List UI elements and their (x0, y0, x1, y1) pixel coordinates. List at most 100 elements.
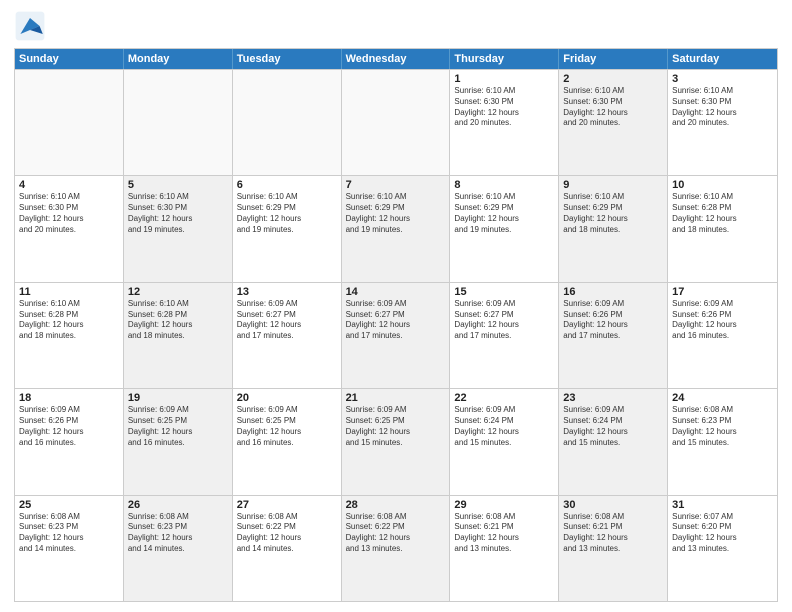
cell-detail: Sunrise: 6:09 AMSunset: 6:27 PMDaylight:… (237, 299, 337, 342)
calendar-row-1: 1Sunrise: 6:10 AMSunset: 6:30 PMDaylight… (15, 69, 777, 175)
day-header-sunday: Sunday (15, 49, 124, 69)
day-cell-20: 20Sunrise: 6:09 AMSunset: 6:25 PMDayligh… (233, 389, 342, 494)
day-cell-1: 1Sunrise: 6:10 AMSunset: 6:30 PMDaylight… (450, 70, 559, 175)
cell-detail: Sunrise: 6:10 AMSunset: 6:28 PMDaylight:… (672, 192, 773, 235)
cell-detail: Sunrise: 6:08 AMSunset: 6:23 PMDaylight:… (128, 512, 228, 555)
day-cell-24: 24Sunrise: 6:08 AMSunset: 6:23 PMDayligh… (668, 389, 777, 494)
day-cell-10: 10Sunrise: 6:10 AMSunset: 6:28 PMDayligh… (668, 176, 777, 281)
cell-detail: Sunrise: 6:09 AMSunset: 6:25 PMDaylight:… (346, 405, 446, 448)
logo (14, 10, 50, 42)
day-cell-8: 8Sunrise: 6:10 AMSunset: 6:29 PMDaylight… (450, 176, 559, 281)
day-cell-7: 7Sunrise: 6:10 AMSunset: 6:29 PMDaylight… (342, 176, 451, 281)
calendar-row-3: 11Sunrise: 6:10 AMSunset: 6:28 PMDayligh… (15, 282, 777, 388)
cell-detail: Sunrise: 6:09 AMSunset: 6:25 PMDaylight:… (237, 405, 337, 448)
day-number: 15 (454, 286, 554, 298)
day-cell-19: 19Sunrise: 6:09 AMSunset: 6:25 PMDayligh… (124, 389, 233, 494)
day-cell-9: 9Sunrise: 6:10 AMSunset: 6:29 PMDaylight… (559, 176, 668, 281)
calendar-header: SundayMondayTuesdayWednesdayThursdayFrid… (15, 49, 777, 69)
day-number: 5 (128, 179, 228, 191)
page: SundayMondayTuesdayWednesdayThursdayFrid… (0, 0, 792, 612)
day-number: 19 (128, 392, 228, 404)
day-number: 30 (563, 499, 663, 511)
day-number: 12 (128, 286, 228, 298)
calendar-row-4: 18Sunrise: 6:09 AMSunset: 6:26 PMDayligh… (15, 388, 777, 494)
day-number: 10 (672, 179, 773, 191)
day-cell-5: 5Sunrise: 6:10 AMSunset: 6:30 PMDaylight… (124, 176, 233, 281)
empty-cell-0-0 (15, 70, 124, 175)
empty-cell-0-1 (124, 70, 233, 175)
calendar-body: 1Sunrise: 6:10 AMSunset: 6:30 PMDaylight… (15, 69, 777, 601)
day-header-friday: Friday (559, 49, 668, 69)
calendar: SundayMondayTuesdayWednesdayThursdayFrid… (14, 48, 778, 602)
day-header-tuesday: Tuesday (233, 49, 342, 69)
header (14, 10, 778, 42)
cell-detail: Sunrise: 6:08 AMSunset: 6:22 PMDaylight:… (237, 512, 337, 555)
cell-detail: Sunrise: 6:10 AMSunset: 6:30 PMDaylight:… (128, 192, 228, 235)
day-number: 28 (346, 499, 446, 511)
day-header-wednesday: Wednesday (342, 49, 451, 69)
day-cell-12: 12Sunrise: 6:10 AMSunset: 6:28 PMDayligh… (124, 283, 233, 388)
cell-detail: Sunrise: 6:08 AMSunset: 6:23 PMDaylight:… (19, 512, 119, 555)
cell-detail: Sunrise: 6:08 AMSunset: 6:23 PMDaylight:… (672, 405, 773, 448)
day-number: 1 (454, 73, 554, 85)
day-number: 27 (237, 499, 337, 511)
day-cell-22: 22Sunrise: 6:09 AMSunset: 6:24 PMDayligh… (450, 389, 559, 494)
day-cell-3: 3Sunrise: 6:10 AMSunset: 6:30 PMDaylight… (668, 70, 777, 175)
cell-detail: Sunrise: 6:10 AMSunset: 6:30 PMDaylight:… (19, 192, 119, 235)
day-number: 7 (346, 179, 446, 191)
day-number: 9 (563, 179, 663, 191)
day-number: 6 (237, 179, 337, 191)
empty-cell-0-3 (342, 70, 451, 175)
cell-detail: Sunrise: 6:09 AMSunset: 6:27 PMDaylight:… (346, 299, 446, 342)
day-cell-25: 25Sunrise: 6:08 AMSunset: 6:23 PMDayligh… (15, 496, 124, 601)
day-cell-29: 29Sunrise: 6:08 AMSunset: 6:21 PMDayligh… (450, 496, 559, 601)
day-number: 23 (563, 392, 663, 404)
day-header-thursday: Thursday (450, 49, 559, 69)
cell-detail: Sunrise: 6:09 AMSunset: 6:26 PMDaylight:… (19, 405, 119, 448)
cell-detail: Sunrise: 6:09 AMSunset: 6:27 PMDaylight:… (454, 299, 554, 342)
cell-detail: Sunrise: 6:09 AMSunset: 6:26 PMDaylight:… (672, 299, 773, 342)
day-number: 3 (672, 73, 773, 85)
cell-detail: Sunrise: 6:09 AMSunset: 6:24 PMDaylight:… (563, 405, 663, 448)
day-cell-17: 17Sunrise: 6:09 AMSunset: 6:26 PMDayligh… (668, 283, 777, 388)
day-cell-30: 30Sunrise: 6:08 AMSunset: 6:21 PMDayligh… (559, 496, 668, 601)
cell-detail: Sunrise: 6:10 AMSunset: 6:30 PMDaylight:… (454, 86, 554, 129)
day-cell-26: 26Sunrise: 6:08 AMSunset: 6:23 PMDayligh… (124, 496, 233, 601)
cell-detail: Sunrise: 6:10 AMSunset: 6:28 PMDaylight:… (19, 299, 119, 342)
empty-cell-0-2 (233, 70, 342, 175)
cell-detail: Sunrise: 6:10 AMSunset: 6:28 PMDaylight:… (128, 299, 228, 342)
day-number: 18 (19, 392, 119, 404)
cell-detail: Sunrise: 6:10 AMSunset: 6:29 PMDaylight:… (454, 192, 554, 235)
cell-detail: Sunrise: 6:09 AMSunset: 6:25 PMDaylight:… (128, 405, 228, 448)
cell-detail: Sunrise: 6:10 AMSunset: 6:29 PMDaylight:… (237, 192, 337, 235)
day-cell-21: 21Sunrise: 6:09 AMSunset: 6:25 PMDayligh… (342, 389, 451, 494)
cell-detail: Sunrise: 6:08 AMSunset: 6:22 PMDaylight:… (346, 512, 446, 555)
cell-detail: Sunrise: 6:10 AMSunset: 6:29 PMDaylight:… (346, 192, 446, 235)
day-number: 22 (454, 392, 554, 404)
day-number: 26 (128, 499, 228, 511)
day-cell-13: 13Sunrise: 6:09 AMSunset: 6:27 PMDayligh… (233, 283, 342, 388)
day-number: 25 (19, 499, 119, 511)
day-number: 2 (563, 73, 663, 85)
day-number: 13 (237, 286, 337, 298)
day-number: 24 (672, 392, 773, 404)
day-cell-31: 31Sunrise: 6:07 AMSunset: 6:20 PMDayligh… (668, 496, 777, 601)
day-number: 14 (346, 286, 446, 298)
day-cell-11: 11Sunrise: 6:10 AMSunset: 6:28 PMDayligh… (15, 283, 124, 388)
day-cell-23: 23Sunrise: 6:09 AMSunset: 6:24 PMDayligh… (559, 389, 668, 494)
cell-detail: Sunrise: 6:09 AMSunset: 6:26 PMDaylight:… (563, 299, 663, 342)
day-number: 31 (672, 499, 773, 511)
day-number: 8 (454, 179, 554, 191)
cell-detail: Sunrise: 6:10 AMSunset: 6:29 PMDaylight:… (563, 192, 663, 235)
day-cell-15: 15Sunrise: 6:09 AMSunset: 6:27 PMDayligh… (450, 283, 559, 388)
day-number: 29 (454, 499, 554, 511)
day-number: 4 (19, 179, 119, 191)
day-cell-4: 4Sunrise: 6:10 AMSunset: 6:30 PMDaylight… (15, 176, 124, 281)
day-header-monday: Monday (124, 49, 233, 69)
day-number: 11 (19, 286, 119, 298)
cell-detail: Sunrise: 6:10 AMSunset: 6:30 PMDaylight:… (563, 86, 663, 129)
cell-detail: Sunrise: 6:10 AMSunset: 6:30 PMDaylight:… (672, 86, 773, 129)
day-number: 16 (563, 286, 663, 298)
logo-icon (14, 10, 46, 42)
calendar-row-5: 25Sunrise: 6:08 AMSunset: 6:23 PMDayligh… (15, 495, 777, 601)
